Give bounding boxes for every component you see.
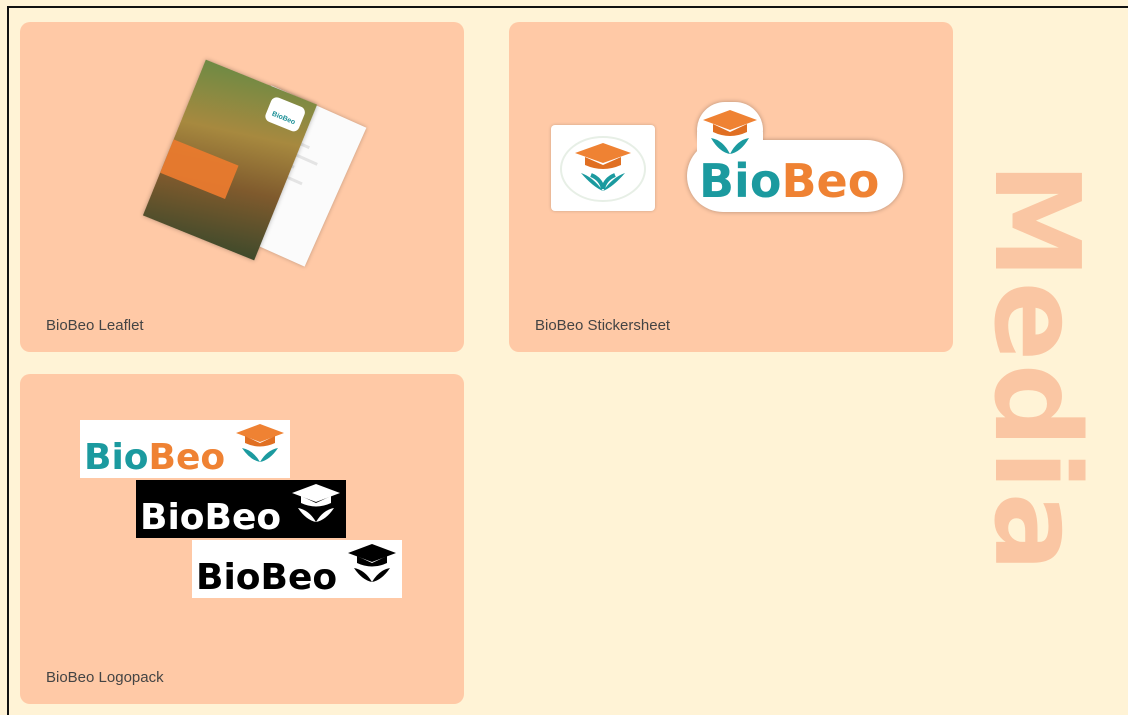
biobeo-mark-icon	[348, 544, 396, 582]
sticker-wordmark-text: BioBeo	[699, 154, 880, 208]
logopack-card[interactable]: BioBeo BioBeo BioBeo BioBeo Logopack	[20, 374, 464, 704]
stickersheet-label: BioBeo Stickersheet	[535, 317, 671, 334]
logo-color-variant: BioBeo	[80, 420, 290, 478]
sticker-square	[551, 125, 655, 211]
biobeo-mark-icon	[560, 136, 646, 202]
leaflet-label: BioBeo Leaflet	[46, 317, 144, 334]
logopack-label: BioBeo Logopack	[46, 669, 164, 686]
section-title: Media	[968, 162, 1106, 574]
biobeo-mark-icon	[292, 484, 340, 522]
logo-white-variant: BioBeo	[192, 540, 402, 598]
stickersheet-card[interactable]: BioBeo BioBeo Stickersheet	[509, 22, 953, 352]
leaflet-card[interactable]: BioBeo BioBeo Leaflet	[20, 22, 464, 352]
leaflet-orange-band	[160, 139, 239, 199]
biobeo-mark-icon	[236, 424, 284, 462]
leaflet-brand-tag: BioBeo	[263, 95, 307, 134]
logo-black-variant: BioBeo	[136, 480, 346, 538]
sticker-wordmark: BioBeo	[687, 102, 903, 214]
biobeo-mark-icon	[703, 110, 757, 154]
